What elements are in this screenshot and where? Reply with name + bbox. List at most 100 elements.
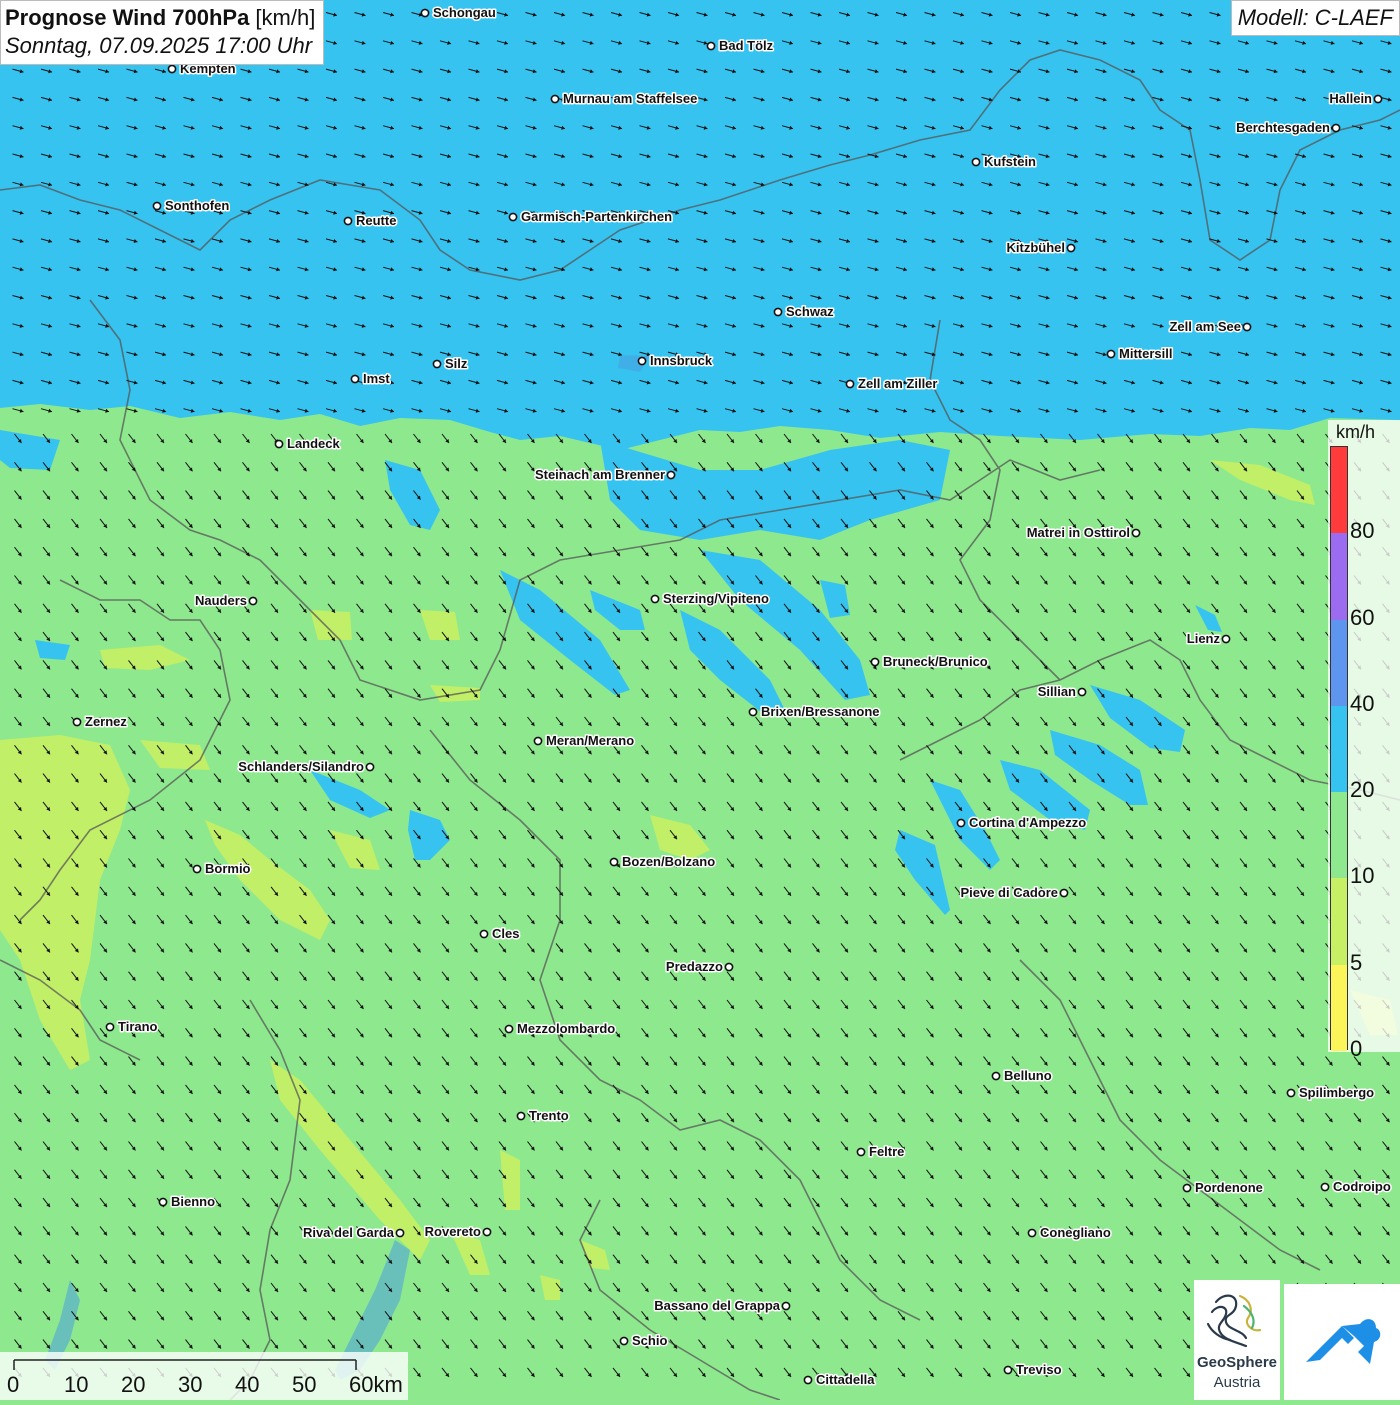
city-label: Mittersill: [1119, 346, 1172, 361]
city-dot: [1373, 94, 1383, 104]
city-dot: [1242, 322, 1252, 332]
city-label: Bad Tölz: [719, 38, 774, 53]
city-marker: Cittadella: [803, 1371, 877, 1389]
city-marker: Matrei in Osttirol: [1025, 524, 1141, 542]
city-label: Silz: [445, 356, 468, 371]
city-dot: [803, 1375, 813, 1385]
city-label: Innsbruck: [650, 353, 713, 368]
city-label: Brixen/Bressanone: [761, 704, 880, 719]
city-dot: [870, 657, 880, 667]
city-marker: Spilimbergo: [1286, 1084, 1376, 1102]
city-dot: [1221, 634, 1231, 644]
city-label: Pieve di Cadore: [960, 885, 1058, 900]
city-marker: Pordenone: [1182, 1179, 1264, 1197]
city-dot: [1131, 528, 1141, 538]
city-dot: [105, 1022, 115, 1032]
city-dot: [365, 762, 375, 772]
map-title: Prognose Wind 700hPa [km/h]: [5, 4, 315, 32]
city-dot: [619, 1336, 629, 1346]
city-dot: [666, 470, 676, 480]
city-dot: [395, 1228, 405, 1238]
city-label: Lienz: [1187, 631, 1221, 646]
city-marker: Brixen/Bressanone: [748, 703, 881, 721]
city-label: Sterzing/Vipiteno: [663, 591, 769, 606]
legend-unit: km/h: [1336, 422, 1376, 442]
scale-ruler: [13, 1359, 357, 1370]
city-label: Schongau: [433, 5, 496, 20]
city-label: Zernez: [85, 714, 127, 729]
legend-tick-label: 0: [1350, 1036, 1363, 1061]
city-label: Schlanders/Silandro: [238, 759, 364, 774]
city-label: Predazzo: [666, 959, 723, 974]
city-dot: [971, 157, 981, 167]
geosphere-logo: GeoSphere Austria: [1194, 1280, 1280, 1400]
scale-label: 10: [64, 1372, 89, 1397]
city-dot: [650, 594, 660, 604]
city-dot: [1286, 1088, 1296, 1098]
city-dot: [1106, 349, 1116, 359]
city-label: Rovereto: [425, 1224, 481, 1239]
city-dot: [479, 929, 489, 939]
city-label: Hallein: [1329, 91, 1372, 106]
city-dot: [856, 1147, 866, 1157]
legend-swatch: [1331, 533, 1347, 620]
map-title-main: Prognose Wind 700hPa: [5, 5, 250, 30]
city-dot: [248, 596, 258, 606]
city-label: Bruneck/Brunico: [883, 654, 988, 669]
city-marker: Bassano del Grappa: [653, 1297, 791, 1315]
city-marker: Riva del Garda: [301, 1224, 405, 1242]
city-marker: Conegliano: [1027, 1224, 1112, 1242]
city-marker: Mezzolombardo: [504, 1020, 617, 1038]
city-marker: Murnau am Staffelsee: [550, 90, 699, 108]
legend-tick-label: 80: [1350, 518, 1375, 544]
legend-swatch: [1331, 447, 1347, 534]
city-marker: Zell am Ziller: [845, 375, 939, 393]
city-marker: Meran/Merano: [533, 732, 636, 750]
city-label: Reutte: [356, 213, 396, 228]
city-label: Murnau am Staffelsee: [563, 91, 697, 106]
legend-swatch: [1331, 964, 1347, 1051]
legend-color-bar: [1330, 446, 1348, 1051]
city-label: Feltre: [869, 1144, 904, 1159]
city-dot: [845, 379, 855, 389]
city-marker: Cortina d'Ampezzo: [956, 814, 1088, 832]
city-dot: [432, 359, 442, 369]
city-dot: [773, 307, 783, 317]
map-title-box: Prognose Wind 700hPa [km/h] Sonntag, 07.…: [0, 0, 325, 65]
city-label: Bassano del Grappa: [654, 1298, 780, 1313]
scale-label: 60km: [349, 1372, 403, 1397]
city-dot: [420, 8, 430, 18]
city-marker: Schlanders/Silandro: [237, 758, 375, 776]
city-marker: Kitzbühel: [1005, 239, 1076, 257]
city-dot: [516, 1111, 526, 1121]
city-label: Codroipo: [1333, 1179, 1391, 1194]
model-label: Modell: C-LAEF: [1230, 0, 1400, 36]
map-date: Sonntag, 07.09.2025 17:00 Uhr: [5, 33, 313, 58]
city-label: Belluno: [1004, 1068, 1052, 1083]
city-marker: Bozen/Bolzano: [609, 853, 717, 871]
city-marker: Bruneck/Brunico: [870, 653, 989, 671]
city-label: Matrei in Osttirol: [1027, 525, 1130, 540]
city-dot: [1320, 1182, 1330, 1192]
legend-tick-label: 5: [1350, 949, 1363, 975]
city-dot: [991, 1071, 1001, 1081]
legend-swatch: [1331, 792, 1347, 879]
city-label: Cortina d'Ampezzo: [969, 815, 1086, 830]
city-marker: Zell am See: [1168, 318, 1252, 336]
city-marker: Rovereto: [423, 1223, 492, 1241]
city-dot: [1077, 687, 1087, 697]
city-marker: Sterzing/Vipiteno: [650, 590, 770, 608]
city-dot: [274, 439, 284, 449]
city-marker: Pieve di Cadore: [959, 884, 1069, 902]
city-marker: Schongau: [420, 4, 497, 22]
city-label: Meran/Merano: [546, 733, 634, 748]
city-dot: [1331, 123, 1341, 133]
legend-swatch: [1331, 705, 1347, 793]
scale-label: 40: [235, 1372, 260, 1397]
city-label: Bozen/Bolzano: [622, 854, 715, 869]
legend-swatch: [1331, 878, 1347, 965]
city-dot: [158, 1197, 168, 1207]
city-dot: [748, 707, 758, 717]
city-dot: [343, 216, 353, 226]
city-marker: Steinach am Brenner: [533, 466, 676, 484]
